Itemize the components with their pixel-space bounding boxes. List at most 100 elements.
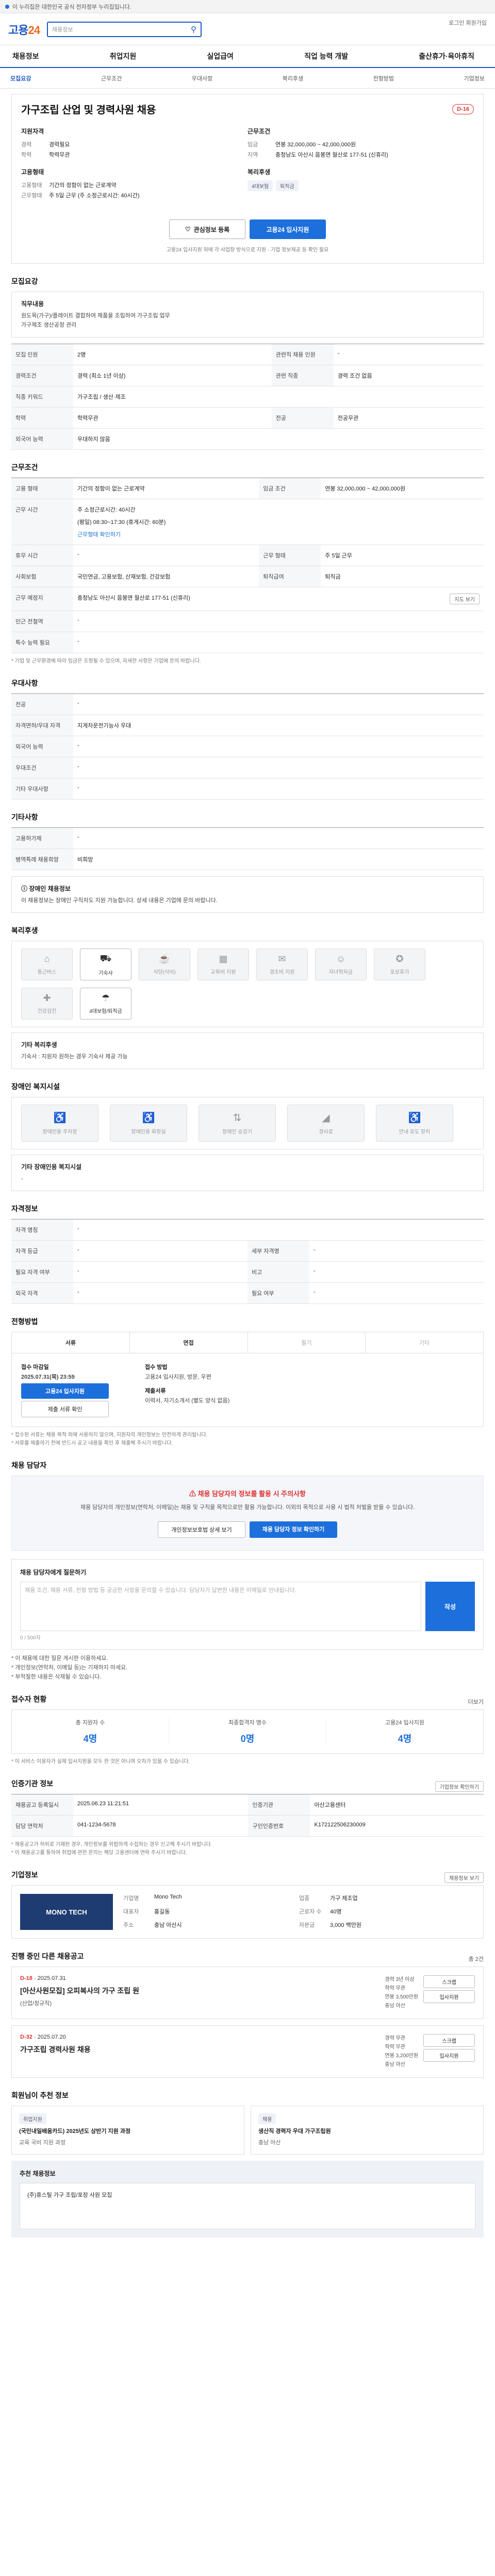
contact-section: 채용 담당자 ⚠ 채용 담당자의 정보를 활용 시 주의사항 채용 담당자의 개… [11,1460,484,1682]
question-submit-button[interactable]: 작성 [425,1582,475,1631]
status-section: 접수자 현황 더보기 총 지원자 수 4명 최종합격자 명수 0명 고용24 입사지원… [11,1695,484,1765]
list-item[interactable]: D-32 · 2025.07.20 가구조립 경력사원 채용 경력 무관 학력 무… [11,2025,484,2078]
heart-icon: ♡ [185,226,191,233]
nav-item-benefit[interactable]: 실업급여 [207,51,234,61]
like-button[interactable]: ♡ 관심정보 등록 [169,219,245,239]
work-section: 근무조건 고용 형태 기간의 정함이 없는 근로계약 임금 조건 연봉 32,000,… [11,462,484,666]
tab-prefer[interactable]: 우대사항 [192,74,212,82]
info-icon: ⓘ [21,885,29,892]
recommend-card[interactable]: 채용 생산직 경력자 우대 가구조립원 충남 아산 [251,2106,484,2155]
question-textarea[interactable]: 채용 조건, 채용 서류, 전형 방법 등 궁금한 사항을 문의할 수 있습니다… [20,1582,421,1631]
welfare-item: ▦ 교육비 지원 [197,948,249,980]
facility-item: ⇅ 장애인 승강기 [199,1105,276,1142]
recommend-job-item[interactable]: (주)휴스틸 가구 조립/포장 사원 모집 [20,2183,475,2229]
job-summary: 가구조립 산업 및 경력사원 채용 D-16 지원자격 경력 경력필요 학력 학력무… [11,94,484,264]
insurance-icon: ☂ [101,993,110,1003]
other-jobs-section: 진행 중인 다른 채용공고 총 2건 D-18 · 2025.07.31 [아산사… [11,1951,484,2078]
welfare-item: ✪ 포상휴가 [374,948,425,980]
welfare-item: ☂ 4대보험/퇴직금 [80,988,131,1020]
contact-info-button[interactable]: 채용 담당자 정보 확인하기 [250,1521,337,1538]
prefer-section: 우대사항 전공 - 자격면허/우대 자격 지게차운전기능사 우대 외국어 능력 - 우… [11,678,484,800]
nav-item-support[interactable]: 취업지원 [110,51,137,61]
screen-step-docs: 서류 [12,1332,130,1353]
apply-button-2[interactable]: 고용24 입사지원 [21,1383,109,1399]
other-section: 기타사항 고용허가제 - 병역특례 채용희망 비희망 ⓘ 장애인 채용정보 이 채용… [11,812,484,913]
facility-item: ♿ 안내 유도 장치 [376,1105,453,1142]
slope-icon: ◢ [322,1112,330,1124]
welfare-item: ✚ 건강검진 [21,988,73,1020]
screen-step-written: 필기 [248,1332,366,1353]
tab-welfare[interactable]: 복리후생 [283,74,303,82]
toilet-icon: ♿ [142,1112,155,1124]
map-button[interactable]: 지도 보기 [450,594,480,604]
deadline-value: 2025.07.31(목) 23:59 [21,1374,75,1380]
nav-item-training[interactable]: 직업 능력 개발 [304,51,348,61]
wheel-icon: ♿ [408,1112,421,1124]
facility-item: ♿ 장애인용 화장실 [110,1105,187,1142]
health-icon: ✚ [43,993,51,1003]
disability-section: 장애인 복지시설 ♿ 장애인용 주차장 ♿ 장애인용 화장실 ⇅ 장애인 승강기 ◢ 경사로 ♿… [11,1081,484,1191]
facility-item: ◢ 경사로 [287,1105,365,1142]
baby-icon: ☺ [336,954,346,964]
tab-work[interactable]: 근무조건 [101,74,122,82]
recruit-section: 모집요강 직무내용 원도목(가구)/플레이트 결합하여 제품을 조립하여 가구조… [11,276,484,450]
search-input[interactable]: 채용정보 ⚲ [46,21,202,37]
scrap-button[interactable]: 스크랩 [423,1975,475,1988]
summary-qualify-title: 지원자격 [21,128,44,135]
gov-banner: 이 누리집은 대한민국 공식 전자정부 누리집입니다. [0,0,495,13]
apply-button[interactable]: 고용24 입사지원 [250,219,326,239]
status-more-link[interactable]: 더보기 [468,1698,484,1706]
apply-button-4[interactable]: 입사지원 [423,2049,475,2062]
qualify-section: 자격정보 자격 명칭 - 자격 등급 - 세부 자격명 - 필요 자격 여부 - 비고 - 외… [11,1204,484,1304]
company-section: 기업정보 채용정보 보기 MONO TECH 기업명 Mono Tech 업종 가구 제… [11,1870,484,1939]
nav-item-jobs[interactable]: 채용정보 [12,51,39,61]
warning-icon: ⚠ [189,1490,198,1498]
company-jobs-button[interactable]: 채용정보 보기 [444,1872,484,1883]
apply-button-3[interactable]: 입사지원 [423,1990,475,2003]
nav-item-leave[interactable]: 출산휴가·육아휴직 [419,51,474,61]
section-tabs: 모집요강 근무조건 우대사항 복리후생 전형방법 기업정보 [0,68,495,89]
tab-recruit[interactable]: 모집요강 [10,74,31,82]
tab-company[interactable]: 기업정보 [464,74,484,82]
welfare-item: ☺ 자녀학자금 [315,948,367,980]
gift-icon: ✉ [278,954,286,964]
welfare-section: 복리후생 ⌂ 통근버스 ⛟ 기숙사 ☕ 식당(식비) ▦ 교육비 지원 ✉ 경조비 지원 ☺ 자녀학자… [11,925,484,1069]
elevator-icon: ⇅ [233,1112,242,1124]
search-icon[interactable]: ⚲ [191,25,196,34]
welfare-item: ✉ 경조비 지원 [256,948,308,980]
welfare-item: ☕ 식당(식비) [139,948,190,980]
ramp-icon: ♿ [53,1112,67,1124]
docs-check-button[interactable]: 제출 서류 확인 [21,1401,109,1417]
medal-icon: ✪ [395,954,404,964]
welfare-chip: 퇴직금 [276,180,299,191]
summary-work-title: 근무조건 [248,128,271,135]
screen-step-interview: 면접 [130,1332,248,1353]
scrap-button[interactable]: 스크랩 [423,2034,475,2047]
site-header: 고용24 채용정보 ⚲ 로그인 회원가입 [0,13,495,45]
recommend-card[interactable]: 취업지원 (국민내일배움카드) 2025년도 상반기 지원 과정 교육 국비 지원 … [11,2106,244,2155]
building-icon: ▦ [219,954,228,964]
header-links[interactable]: 로그인 회원가입 [449,19,487,27]
welfare-chip: 4대보험 [248,180,273,191]
facility-item: ♿ 장애인용 주차장 [21,1105,98,1142]
privacy-law-button[interactable]: 개인정보보호법 상세 보기 [158,1521,245,1538]
car-icon: ⛟ [100,953,112,963]
house-icon: ⌂ [44,954,50,964]
screen-step-other: 기타 [419,1340,430,1346]
company-logo: MONO TECH [20,1894,113,1930]
flag-icon [5,4,9,9]
list-item[interactable]: D-18 · 2025.07.31 [아산사원모집] 오피복사의 가구 조립 원… [11,1967,484,2019]
main-nav: 채용정보 취업지원 실업급여 직업 능력 개발 출산휴가·육아휴직 [0,45,495,68]
welfare-item: ⛟ 기숙사 [80,948,131,980]
work-type-link[interactable]: 근무형태 확인하기 [77,530,480,538]
site-logo[interactable]: 고용24 [8,21,40,38]
dday-badge: D-16 [452,104,474,114]
job-title: 가구조립 산업 및 경력사원 채용 [21,105,156,116]
tab-screen[interactable]: 전형방법 [373,74,394,82]
welfare-item: ⌂ 통근버스 [21,948,73,980]
company-info-button[interactable]: 기업정보 확인하기 [435,1781,484,1792]
meal-icon: ☕ [158,954,171,964]
mgmt-section: 인증기관 정보 기업정보 확인하기 채용공고 등록일시 2025.06.23 11:… [11,1778,484,1857]
recommend-section: 회원님이 추천 정보 취업지원 (국민내일배움카드) 2025년도 상반기 지원 … [11,2090,484,2238]
screen-section: 전형방법 서류 면접 필기 기타 접수 마감일 2025.07.31(목) 23… [11,1316,484,1448]
